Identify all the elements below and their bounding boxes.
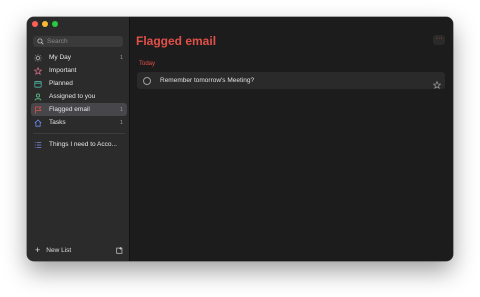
sidebar-item-label: My Day (49, 54, 72, 61)
sidebar-item-my-day[interactable]: My Day 1 (31, 51, 127, 64)
complete-task-checkbox[interactable] (143, 76, 151, 85)
sidebar-divider (33, 133, 125, 134)
item-count: 1 (119, 106, 123, 113)
sidebar-item-assigned-to-you[interactable]: Assigned to you (31, 90, 127, 103)
more-options-button[interactable]: ··· (433, 35, 445, 45)
home-icon (34, 118, 42, 127)
list-icon (34, 141, 42, 149)
app-window: Search My Day 1 Important Planned Assign… (27, 17, 453, 261)
sun-icon (34, 53, 42, 62)
plus-icon: + (35, 245, 41, 255)
sidebar-item-important[interactable]: Important (31, 64, 127, 77)
sidebar-item-custom-list[interactable]: Things I need to Acco... (31, 138, 127, 151)
new-list-button[interactable]: + New List (35, 245, 123, 256)
star-icon[interactable] (432, 76, 442, 94)
sidebar-item-label: Flagged email (49, 106, 90, 113)
sidebar-item-tasks[interactable]: Tasks 1 (31, 116, 127, 129)
main-panel: Flagged email ··· Today Remember tomorro… (130, 17, 453, 261)
star-icon (34, 66, 42, 75)
search-icon (37, 38, 44, 45)
close-window-button[interactable] (32, 21, 38, 27)
task-item[interactable]: Remember tomorrow's Meeting? (137, 72, 445, 89)
sidebar-item-label: Tasks (49, 119, 66, 126)
calendar-icon (34, 80, 42, 88)
search-placeholder: Search (47, 38, 68, 45)
sidebar-item-label: Planned (49, 80, 73, 87)
item-count: 1 (119, 119, 123, 126)
task-title: Remember tomorrow's Meeting? (160, 77, 255, 84)
sidebar-item-flagged-email[interactable]: Flagged email 1 (31, 103, 127, 116)
section-header-today: Today (139, 61, 156, 67)
new-list-label: New List (46, 247, 72, 254)
zoom-window-button[interactable] (52, 21, 58, 27)
sidebar-item-label: Assigned to you (49, 93, 96, 100)
minimize-window-button[interactable] (42, 21, 48, 27)
sidebar-item-label: Important (49, 67, 77, 74)
search-input[interactable]: Search (33, 36, 123, 47)
sidebar: Search My Day 1 Important Planned Assign… (27, 17, 130, 261)
flag-icon (34, 106, 42, 114)
person-icon (34, 93, 42, 101)
sidebar-item-label: Things I need to Acco... (49, 141, 117, 148)
page-title: Flagged email (136, 34, 217, 48)
sidebar-nav: My Day 1 Important Planned Assigned to y… (31, 51, 127, 151)
window-controls (32, 21, 58, 27)
sidebar-item-planned[interactable]: Planned (31, 77, 127, 90)
item-count: 1 (119, 54, 123, 61)
new-group-icon[interactable] (116, 247, 123, 256)
